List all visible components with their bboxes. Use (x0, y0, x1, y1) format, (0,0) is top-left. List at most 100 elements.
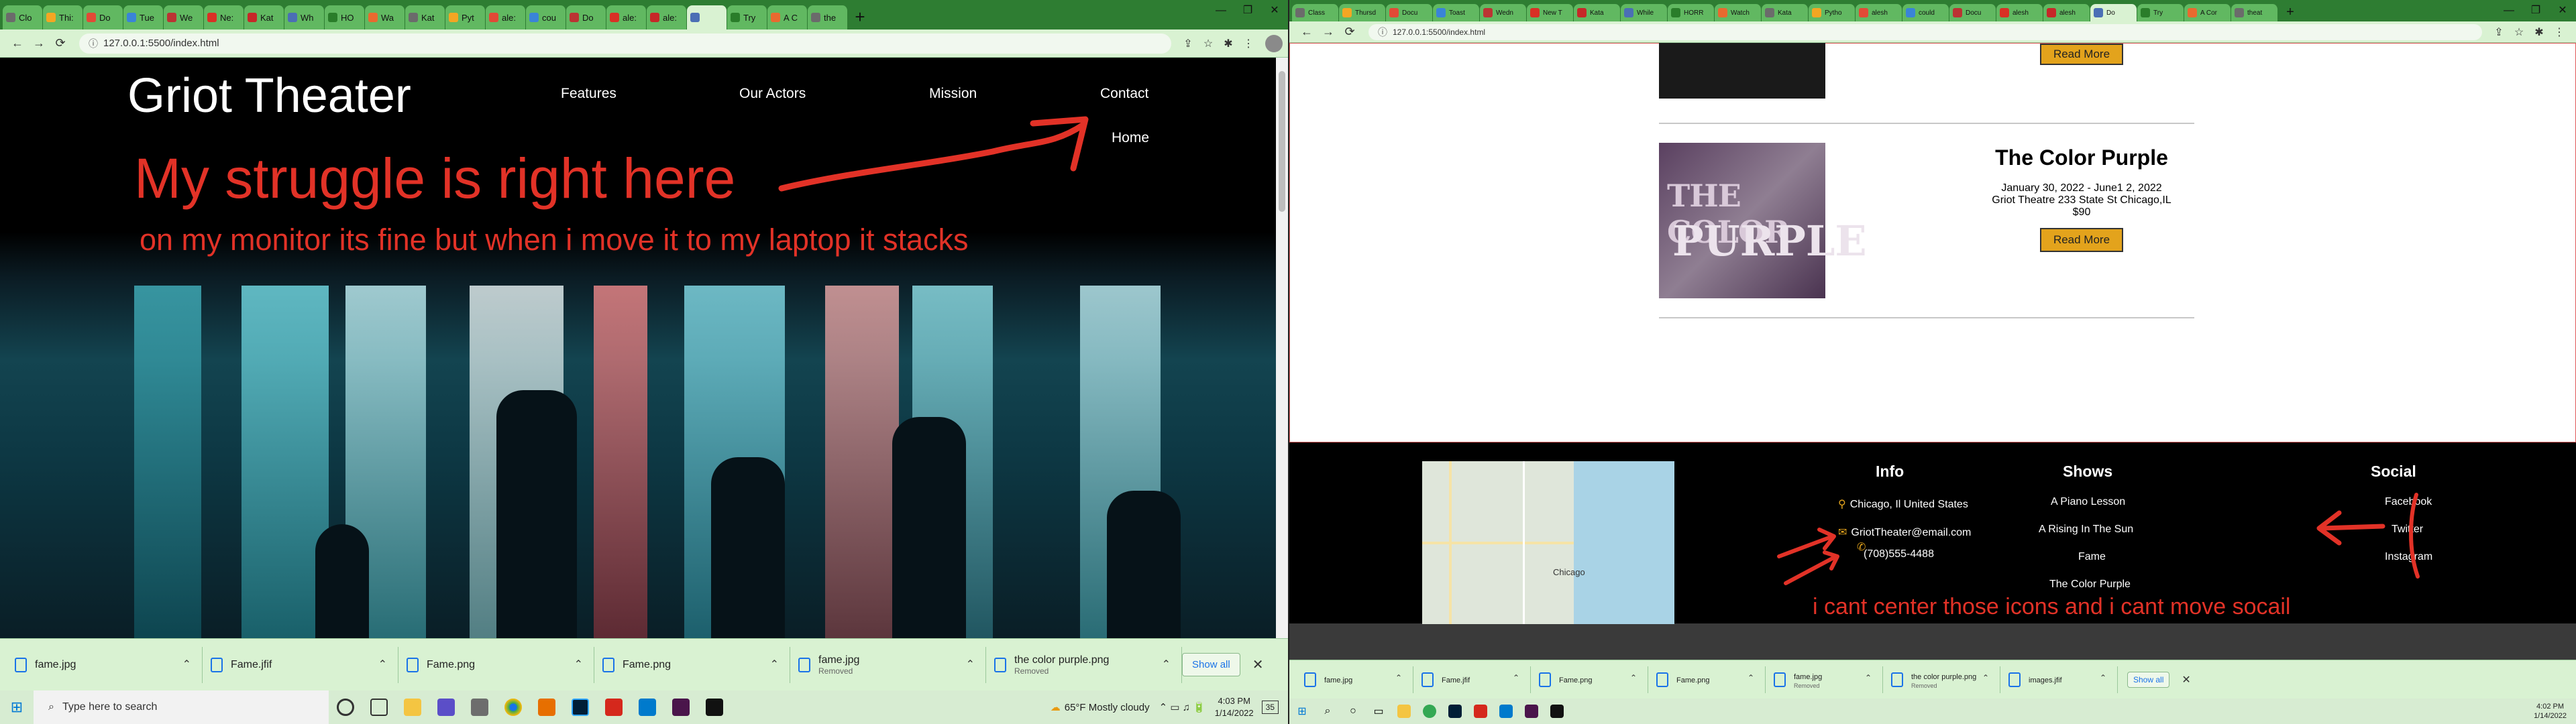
browser-tab[interactable]: the (808, 5, 848, 29)
download-item[interactable]: Fame.png ⌃ (1531, 666, 1648, 693)
browser-tab[interactable]: Try (2137, 4, 2184, 21)
back-icon[interactable]: ← (1296, 25, 1318, 39)
menu-icon[interactable]: ⋮ (1238, 37, 1258, 50)
forward-icon[interactable]: → (28, 36, 50, 50)
cortana-icon[interactable]: ○ (1340, 699, 1366, 724)
share-icon[interactable]: ⇪ (2489, 25, 2509, 39)
chrome-icon[interactable] (496, 690, 530, 724)
browser-tab[interactable]: HORR (1668, 4, 1715, 21)
notification-badge[interactable]: 35 (1261, 701, 1279, 714)
browser-tab[interactable]: Thursd (1339, 4, 1386, 21)
social-instagram-link[interactable]: Instagram (2385, 551, 2432, 563)
browser-tab[interactable]: Kat (244, 5, 284, 29)
chevron-up-icon[interactable]: ⌃ (1162, 658, 1171, 671)
show-link[interactable]: Fame (2078, 551, 2106, 563)
show-all-button[interactable]: Show all (2127, 671, 2170, 688)
minimize-icon[interactable]: — (1208, 0, 1234, 21)
page-scrollbar[interactable] (1276, 58, 1288, 638)
bookmark-star-icon[interactable]: ☆ (2509, 25, 2529, 39)
nav-mission[interactable]: Mission (929, 86, 977, 102)
task-view-icon[interactable]: ▭ (1366, 699, 1391, 724)
chevron-up-icon[interactable]: ⌃ (574, 658, 583, 671)
tray-icons[interactable]: ⌃ ▭ ♫ 🔋 (1159, 701, 1205, 713)
chevron-up-icon[interactable]: ⌃ (1513, 673, 1519, 682)
browser-tab[interactable]: While (1621, 4, 1668, 21)
nav-home[interactable]: Home (1112, 130, 1149, 146)
read-more-button[interactable]: Read More (2039, 228, 2124, 252)
browser-tab[interactable]: alesh (2043, 4, 2090, 21)
browser-tab[interactable]: theat (2231, 4, 2278, 21)
download-item[interactable]: fame.jpg ⌃ (7, 646, 203, 683)
file-explorer-icon[interactable] (396, 690, 429, 724)
browser-tab[interactable]: Docu (1386, 4, 1433, 21)
chevron-up-icon[interactable]: ⌃ (966, 658, 975, 671)
browser-tab[interactable]: Wh (284, 5, 325, 29)
app-icon[interactable] (429, 690, 463, 724)
browser-tab[interactable]: Wa (365, 5, 405, 29)
url-field[interactable]: ⓘ 127.0.0.1:5500/index.html (79, 33, 1171, 54)
chevron-up-icon[interactable]: ⌃ (182, 658, 191, 671)
reload-icon[interactable]: ⟳ (1339, 25, 1360, 39)
new-tab-icon[interactable]: + (2278, 4, 2302, 21)
browser-tab[interactable]: HO (325, 5, 365, 29)
download-item[interactable]: the color purple.png Removed ⌃ (1883, 666, 2000, 693)
download-item[interactable]: Fame.jfif ⌃ (1413, 666, 1531, 693)
java-icon[interactable] (530, 690, 564, 724)
scroll-thumb[interactable] (1279, 71, 1285, 212)
chevron-up-icon[interactable]: ⌃ (1630, 673, 1637, 682)
nav-contact[interactable]: Contact (1100, 86, 1148, 102)
share-icon[interactable]: ⇪ (1178, 37, 1198, 50)
download-item[interactable]: fame.jpg ⌃ (1296, 666, 1413, 693)
browser-tab[interactable]: Watch (1715, 4, 1762, 21)
close-icon[interactable]: ✕ (2549, 0, 2576, 21)
maximize-icon[interactable]: ❐ (1234, 0, 1261, 21)
back-icon[interactable]: ← (7, 36, 28, 50)
show-link[interactable]: A Piano Lesson (2051, 496, 2125, 508)
download-item[interactable]: Fame.png ⌃ (398, 646, 594, 683)
forward-icon[interactable]: → (1318, 25, 1339, 39)
browser-tab[interactable]: Ne: (204, 5, 244, 29)
chrome-icon[interactable] (1417, 699, 1442, 724)
extensions-icon[interactable]: ✱ (2529, 25, 2549, 39)
vscode-icon[interactable] (631, 690, 664, 724)
url-field[interactable]: ⓘ 127.0.0.1:5500/index.html (1368, 23, 2482, 40)
clock[interactable]: 4:02 PM 1/14/2022 (2534, 702, 2567, 721)
new-tab-icon[interactable]: + (848, 5, 872, 29)
bookmark-star-icon[interactable]: ☆ (1198, 37, 1218, 50)
menu-icon[interactable]: ⋮ (2549, 25, 2569, 39)
browser-tab[interactable]: cou (526, 5, 566, 29)
download-item[interactable]: Fame.png ⌃ (1648, 666, 1766, 693)
terminal-icon[interactable] (1544, 699, 1570, 724)
browser-tab[interactable]: Do (83, 5, 123, 29)
browser-tab[interactable]: Kat (405, 5, 445, 29)
weather-text[interactable]: 65°F Mostly cloudy (1065, 702, 1150, 713)
download-item[interactable]: Fame.jfif ⌃ (203, 646, 398, 683)
slack-icon[interactable] (664, 690, 698, 724)
browser-tab[interactable]: Pytho (1809, 4, 1856, 21)
browser-tab[interactable]: Docu (1949, 4, 1996, 21)
browser-tab[interactable]: Wedn (1480, 4, 1527, 21)
acrobat-icon[interactable] (597, 690, 631, 724)
file-explorer-icon[interactable] (1391, 699, 1417, 724)
browser-tab[interactable]: alesh (1996, 4, 2043, 21)
show-all-button[interactable]: Show all (1182, 653, 1240, 676)
terminal-icon[interactable] (698, 690, 731, 724)
slack-icon[interactable] (1519, 699, 1544, 724)
chevron-up-icon[interactable]: ⌃ (1395, 673, 1402, 682)
browser-tab[interactable]: Kata (1574, 4, 1621, 21)
download-item[interactable]: fame.jpg Removed ⌃ (790, 646, 986, 683)
nav-our-actors[interactable]: Our Actors (739, 86, 806, 102)
download-item[interactable]: images.jfif ⌃ (2000, 666, 2118, 693)
social-twitter-link[interactable]: Twitter (2392, 524, 2423, 536)
windows-start-icon[interactable]: ⊞ (1289, 699, 1315, 724)
browser-tab[interactable]: A C (767, 5, 808, 29)
close-downloads-icon[interactable]: ✕ (1252, 656, 1264, 673)
cortana-icon[interactable] (329, 690, 362, 724)
browser-tab[interactable]: ale: (647, 5, 687, 29)
chevron-up-icon[interactable]: ⌃ (2100, 673, 2106, 682)
close-downloads-icon[interactable]: ✕ (2182, 673, 2190, 686)
chevron-up-icon[interactable]: ⌃ (1865, 673, 1872, 682)
app-icon[interactable] (463, 690, 496, 724)
browser-tab[interactable]: ale: (606, 5, 647, 29)
info-email-text[interactable]: GriotTheater@email.com (1851, 527, 1971, 538)
